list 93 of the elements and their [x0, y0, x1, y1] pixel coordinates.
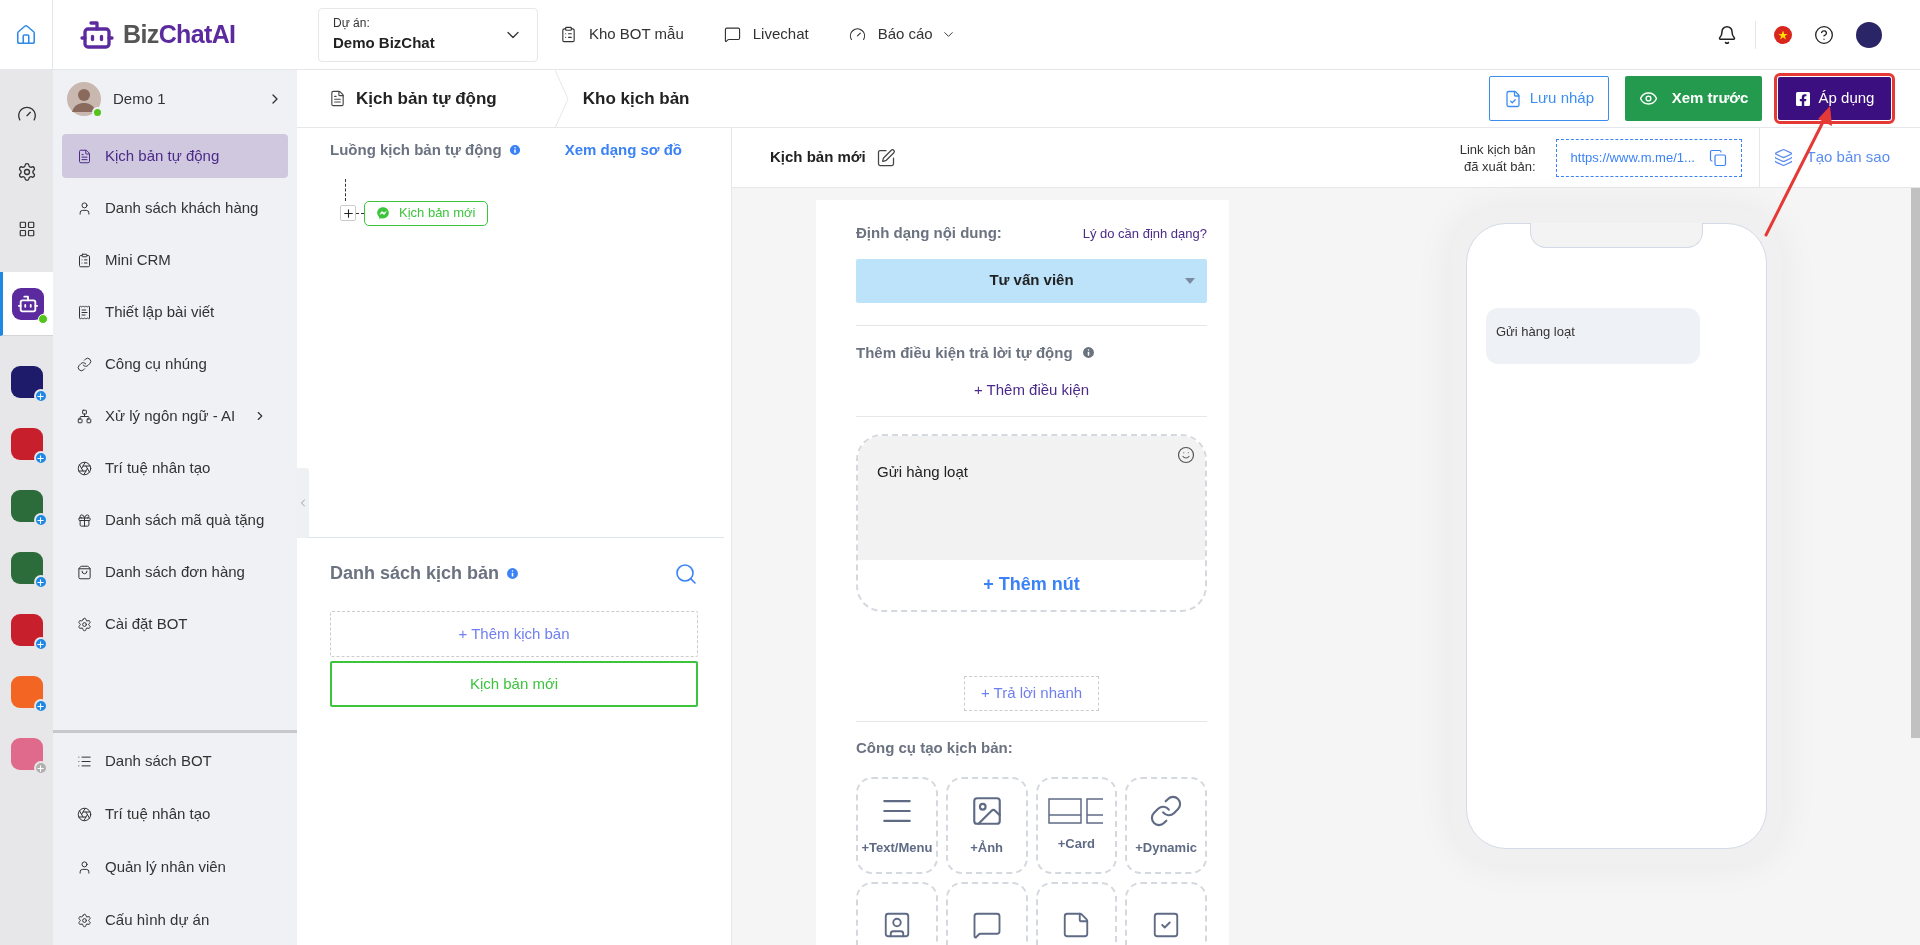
- account-avatar[interactable]: [1856, 21, 1882, 48]
- sidebar-item[interactable]: Trí tuệ nhân tạo: [62, 446, 288, 490]
- expand-node-button[interactable]: [340, 205, 356, 221]
- add-script-button[interactable]: + Thêm kịch bản: [330, 611, 698, 657]
- user-icon: [77, 860, 92, 875]
- quick-reply-button[interactable]: + Trả lời nhanh: [963, 675, 1100, 711]
- tool-tile[interactable]: +Card: [1035, 777, 1118, 874]
- messenger-icon: [377, 207, 389, 219]
- layers-icon: [1773, 148, 1793, 167]
- add-condition-button[interactable]: + Thêm điều kiện: [973, 379, 1090, 402]
- preview-button[interactable]: Xem trước: [1625, 76, 1762, 121]
- caret-icon: [1185, 277, 1195, 284]
- copy-icon[interactable]: [1708, 148, 1727, 167]
- app-icon[interactable]: [10, 490, 43, 522]
- chat-bubble-icon: [971, 910, 1002, 940]
- app-icon[interactable]: [10, 366, 43, 398]
- network-icon: [77, 408, 92, 424]
- document-icon: [329, 90, 346, 107]
- chat-bubble-icon: [723, 26, 741, 43]
- section-title: Luồng kịch bản tự động: [330, 140, 502, 160]
- settings-icon[interactable]: [16, 162, 37, 182]
- user-icon: [77, 200, 92, 216]
- info-icon: [1080, 345, 1096, 361]
- link-icon: [1149, 793, 1184, 828]
- list-icon: [77, 754, 92, 769]
- aperture-icon: [77, 807, 92, 822]
- sidebar-item[interactable]: Công cụ nhúng: [62, 342, 288, 386]
- view-diagram-link[interactable]: Xem dạng sơ đồ: [564, 139, 682, 162]
- chat-bubble: Gửi hàng loạt: [1486, 308, 1700, 364]
- tool-tile[interactable]: +Dynamic: [1125, 777, 1207, 874]
- tool-tile[interactable]: +Text/Menu: [856, 777, 938, 874]
- sidebar-item[interactable]: Danh sách mã quà tặng: [62, 498, 288, 542]
- section-title: Công cụ tạo kịch bản:: [856, 737, 1014, 758]
- sidebar-item[interactable]: Danh sách khách hàng: [62, 186, 288, 230]
- add-button-button[interactable]: + Thêm nút: [858, 559, 1205, 610]
- project-dropdown[interactable]: Dự án: Demo BizChat: [318, 7, 538, 62]
- section-title: Danh sách kịch bản: [330, 562, 500, 585]
- user-name: Demo 1: [113, 88, 167, 109]
- apps-grid-icon[interactable]: [17, 220, 36, 238]
- clipboard-icon: [77, 252, 92, 268]
- nav-item[interactable]: Livechat: [723, 23, 809, 46]
- plus-icon: [341, 206, 355, 220]
- sidebar-item[interactable]: Kịch bản tự động: [62, 134, 288, 178]
- gauge-icon: [848, 26, 866, 43]
- collapse-sidebar-handle[interactable]: [297, 468, 309, 538]
- card-layout-icon: [1048, 797, 1105, 824]
- aperture-icon: [77, 460, 92, 476]
- app-icon[interactable]: [10, 552, 43, 584]
- sidebar-item[interactable]: Cấu hình dự án: [62, 898, 288, 943]
- info-icon: [505, 566, 521, 581]
- document-check-icon: [1503, 89, 1522, 108]
- link-icon: [77, 356, 92, 372]
- edit-icon[interactable]: [875, 147, 896, 168]
- home-icon[interactable]: [15, 23, 37, 46]
- gift-icon: [77, 512, 92, 528]
- facebook-icon: [1794, 90, 1811, 107]
- section-title: Thêm điều kiện trả lời tự động: [856, 342, 1073, 363]
- shopping-bag-icon: [77, 564, 92, 580]
- gear-icon: [77, 616, 92, 632]
- format-help-link[interactable]: Lý do cần định dạng?: [1082, 223, 1207, 243]
- document-icon: [77, 148, 92, 164]
- emoji-icon[interactable]: [1177, 445, 1195, 464]
- gear-icon: [77, 913, 92, 928]
- flag-icon[interactable]: [1774, 25, 1792, 44]
- format-dropdown[interactable]: Tư vấn viên: [856, 258, 1207, 303]
- breadcrumb-item[interactable]: Kịch bản tự động: [356, 85, 497, 112]
- sidebar-item[interactable]: Danh sách đơn hàng: [62, 550, 288, 594]
- notification-bell-icon[interactable]: [1717, 24, 1737, 45]
- sidebar-item[interactable]: Trí tuệ nhân tạo: [62, 792, 288, 837]
- sidebar-item[interactable]: Mini CRM: [62, 238, 288, 282]
- sidebar-item[interactable]: Quản lý nhân viên: [62, 845, 288, 890]
- script-name: Kịch bản mới: [770, 147, 866, 168]
- sidebar-item[interactable]: Cài đặt BOT: [62, 602, 288, 646]
- help-icon[interactable]: [1814, 24, 1834, 45]
- search-icon[interactable]: [674, 561, 698, 586]
- receipt-icon: [77, 304, 92, 320]
- published-link-field[interactable]: https://www.m.me/1...: [1555, 138, 1742, 177]
- nav-item[interactable]: Báo cáo: [848, 23, 956, 46]
- bot-app-tab[interactable]: [0, 272, 53, 336]
- nav-item[interactable]: Kho BOT mẫu: [560, 23, 684, 46]
- eye-icon: [1638, 89, 1658, 108]
- sidebar-item[interactable]: Thiết lập bài viết: [62, 290, 288, 334]
- message-text-area[interactable]: Gửi hàng loạt: [858, 435, 1205, 560]
- published-link-label: Link kịch bản đã xuất bản:: [1459, 140, 1536, 175]
- tool-tile[interactable]: +Ảnh: [945, 777, 1028, 874]
- sidebar-item[interactable]: Danh sách BOT: [62, 739, 288, 784]
- logo-text: BizChatAI: [123, 18, 236, 50]
- field-label: Định dạng nội dung:: [856, 223, 1002, 243]
- clipboard-icon: [560, 26, 577, 43]
- info-icon: [507, 143, 522, 158]
- breadcrumb-item[interactable]: Kho kịch bản: [582, 85, 690, 112]
- sidebar-item[interactable]: Xử lý ngôn ngữ - AI: [62, 394, 288, 438]
- user-avatar: [67, 82, 101, 116]
